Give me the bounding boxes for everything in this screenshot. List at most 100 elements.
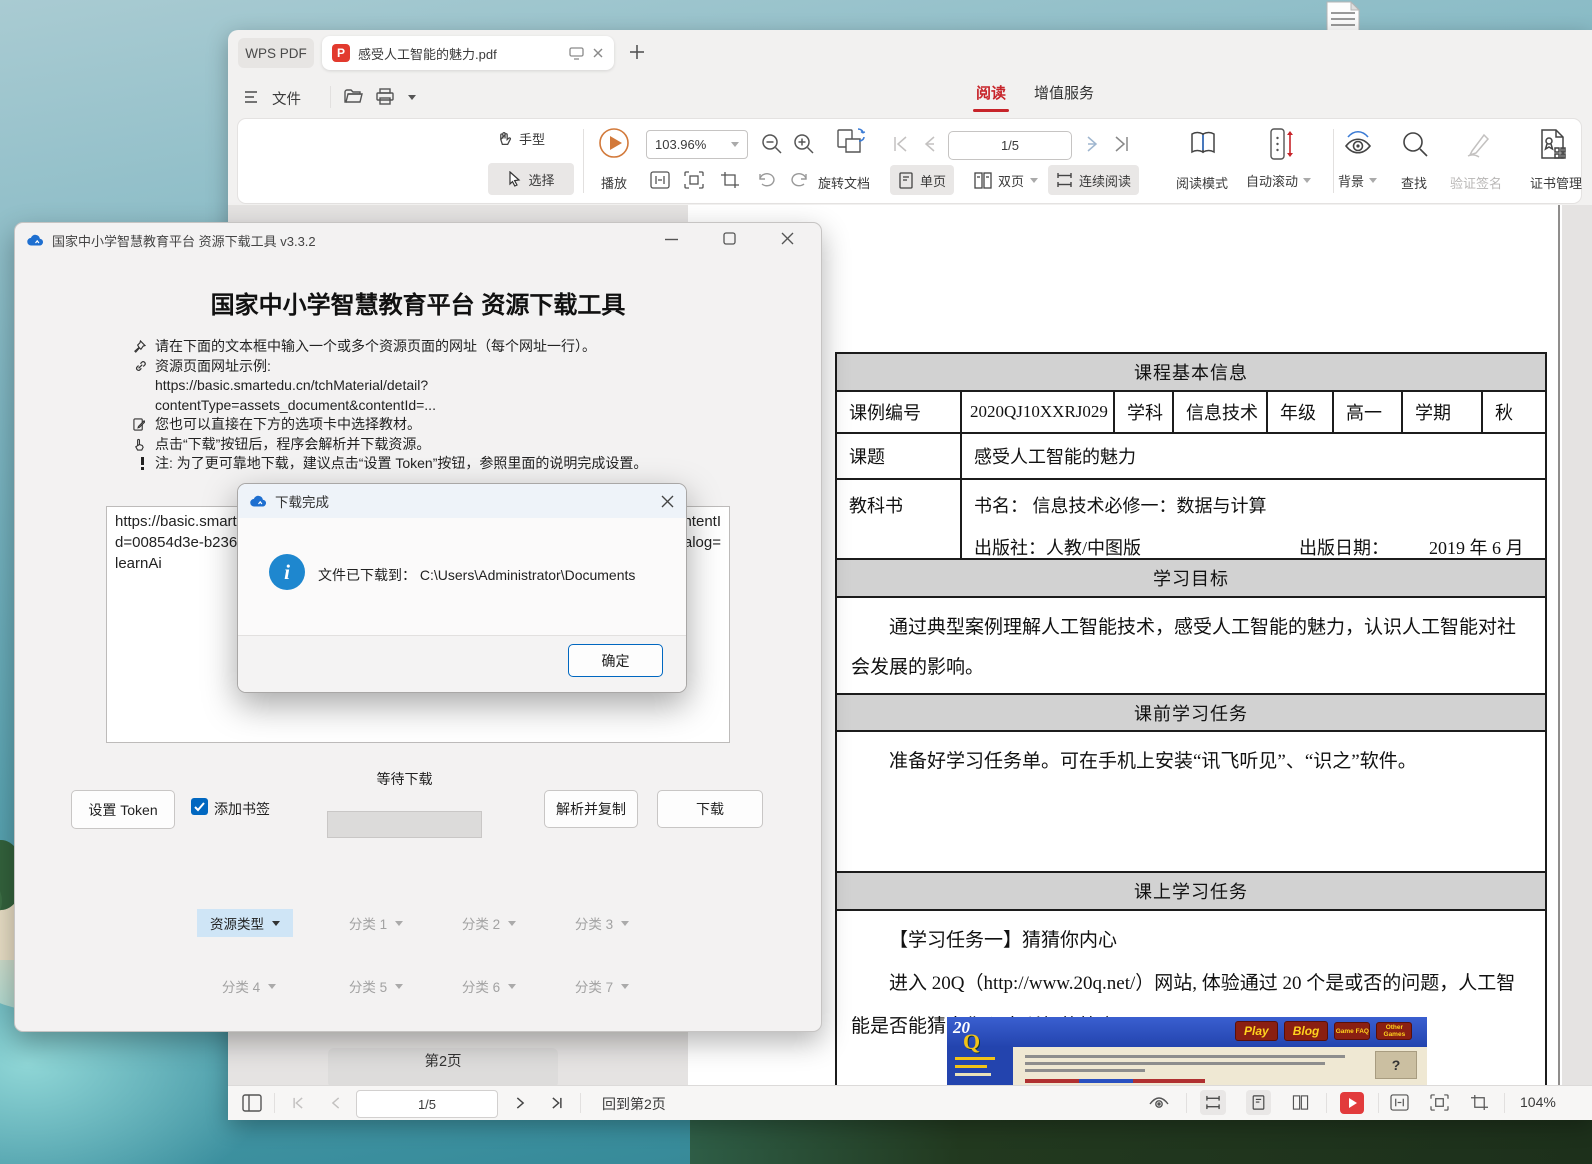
dialog-close-icon[interactable]	[661, 495, 674, 508]
status-next-page-icon[interactable]	[511, 1095, 528, 1111]
tool-minimize-icon[interactable]	[665, 238, 678, 241]
bookmark-checkbox-label[interactable]: 添加书签	[214, 799, 270, 819]
instruction-line-4: contentType=assets_document&contentId=..…	[133, 396, 647, 416]
tool-instructions: 请在下面的文本框中输入一个或多个资源页面的网址（每个网址一行）。 资源页面网址示…	[133, 337, 647, 474]
20q-nav-blog[interactable]: Blog	[1284, 1021, 1329, 1041]
filter-category-1[interactable]: 分类 1	[338, 909, 414, 937]
prev-page-icon[interactable]	[920, 133, 942, 155]
status-single-page-icon[interactable]	[1246, 1090, 1271, 1115]
20q-help-button[interactable]: ?	[1375, 1051, 1417, 1079]
instruction-line-5: 您也可以直接在下方的选项卡中选择教材。	[155, 415, 421, 435]
rotate-document-icon[interactable]	[834, 127, 868, 159]
status-fit-page-icon[interactable]	[1430, 1094, 1449, 1111]
tab-close-icon[interactable]	[592, 47, 604, 59]
auto-scroll-button[interactable]: 自动滚动	[1246, 171, 1311, 190]
download-button[interactable]: 下载	[657, 790, 763, 828]
open-folder-icon[interactable]	[344, 88, 363, 105]
ok-button[interactable]: 确定	[568, 644, 663, 677]
status-double-page-icon[interactable]	[1292, 1095, 1309, 1110]
main-menu-icon[interactable]	[244, 90, 260, 104]
zoom-out-icon[interactable]	[760, 132, 784, 156]
new-tab-button[interactable]	[628, 43, 646, 61]
bookmark-checkbox[interactable]	[191, 798, 208, 815]
status-zoom-value[interactable]: 104%	[1520, 1094, 1556, 1110]
background-icon[interactable]	[1342, 129, 1374, 159]
filter-category-6[interactable]: 分类 6	[451, 972, 527, 1000]
cell-grade: 高一	[1333, 391, 1402, 433]
page-indicator-box[interactable]: 1/5	[948, 131, 1072, 160]
cell-term-key: 学期	[1402, 391, 1482, 433]
status-page-box[interactable]: 1/5	[356, 1090, 498, 1118]
pin-icon	[133, 340, 151, 353]
20q-help-label: ?	[1392, 1057, 1401, 1073]
status-crop-icon[interactable]	[1470, 1094, 1489, 1111]
tab-vas[interactable]: 增值服务	[1034, 82, 1094, 103]
filter-resource-type-label: 资源类型	[210, 913, 264, 933]
background-button[interactable]: 背景	[1338, 171, 1377, 190]
status-last-page-icon[interactable]	[548, 1095, 565, 1111]
status-first-page-icon[interactable]	[290, 1095, 307, 1111]
20q-nav-othergames[interactable]: Other Games	[1376, 1022, 1412, 1040]
cert-management-icon[interactable]	[1538, 128, 1568, 160]
hand-tool[interactable]: 手型	[496, 129, 545, 148]
tool-maximize-icon[interactable]	[723, 232, 736, 245]
filter-resource-type[interactable]: 资源类型	[197, 909, 293, 937]
rotate-left-icon[interactable]	[756, 171, 776, 189]
back-to-page-link[interactable]: 回到第2页	[602, 1094, 666, 1114]
page-edge-line	[1558, 205, 1560, 1085]
filter-category-3[interactable]: 分类 3	[564, 909, 640, 937]
double-page-button[interactable]: 双页	[968, 165, 1044, 195]
parse-copy-button[interactable]: 解析并复制	[544, 790, 638, 828]
filter-category-4[interactable]: 分类 4	[211, 972, 287, 1000]
filter-category-2[interactable]: 分类 2	[451, 909, 527, 937]
document-tab[interactable]: P 感受人工智能的魅力.pdf	[322, 36, 614, 70]
20q-nav-gamefaq[interactable]: Game FAQ	[1334, 1022, 1370, 1040]
tool-close-icon[interactable]	[781, 232, 794, 245]
download-label: 下载	[696, 799, 724, 819]
status-prev-page-icon[interactable]	[328, 1095, 345, 1111]
print-options-caret-icon[interactable]	[408, 95, 416, 100]
parse-copy-label: 解析并复制	[556, 799, 626, 819]
set-token-button[interactable]: 设置 Token	[71, 790, 175, 829]
auto-scroll-icon[interactable]	[1268, 127, 1294, 161]
tab-preview-icon[interactable]	[569, 47, 584, 60]
read-mode-icon[interactable]	[1188, 128, 1218, 158]
tab-read[interactable]: 阅读	[966, 82, 1016, 112]
crop-page-icon[interactable]	[720, 171, 740, 189]
20q-logo-q: Q	[963, 1029, 980, 1055]
single-page-button[interactable]: 单页	[890, 165, 954, 195]
wps-app-button[interactable]: WPS PDF	[238, 38, 314, 68]
play-button[interactable]	[598, 127, 630, 159]
status-fit-width-icon[interactable]	[1390, 1094, 1409, 1111]
textbook-name: 书名： 信息技术必修一：数据与计算	[974, 492, 1545, 518]
continuous-label: 连续阅读	[1079, 171, 1131, 190]
next-page-icon[interactable]	[1080, 133, 1102, 155]
fit-page-icon[interactable]	[684, 171, 704, 189]
menu-file[interactable]: 文件	[272, 88, 301, 109]
info-icon: i	[269, 554, 305, 590]
fit-width-icon[interactable]	[650, 171, 670, 189]
status-eye-icon[interactable]	[1148, 1095, 1170, 1111]
first-page-icon[interactable]	[890, 133, 912, 155]
status-continuous-icon[interactable]	[1200, 1090, 1226, 1115]
continuous-read-button[interactable]: 连续阅读	[1048, 165, 1139, 195]
rotate-document-label: 旋转文档	[818, 173, 870, 192]
ok-button-label: 确定	[602, 651, 630, 671]
filter-category-5[interactable]: 分类 5	[338, 972, 414, 1000]
print-icon[interactable]	[376, 88, 394, 105]
rotate-right-icon[interactable]	[790, 171, 810, 189]
read-mode-label: 阅读模式	[1176, 173, 1228, 192]
find-label: 查找	[1401, 173, 1427, 192]
zoom-combobox[interactable]: 103.96%	[646, 130, 748, 159]
page2-floating-button[interactable]: 第2页	[328, 1048, 558, 1085]
status-page-indicator: 1/5	[418, 1097, 436, 1112]
20q-nav-play[interactable]: Play	[1235, 1021, 1278, 1041]
sidebar-toggle-icon[interactable]	[242, 1094, 262, 1112]
status-play-button[interactable]	[1340, 1092, 1364, 1114]
verify-signature-icon[interactable]	[1464, 129, 1494, 159]
find-icon[interactable]	[1400, 129, 1430, 159]
filter-category-7[interactable]: 分类 7	[564, 972, 640, 1000]
last-page-icon[interactable]	[1110, 133, 1132, 155]
select-tool[interactable]: 选择	[488, 163, 574, 195]
zoom-in-icon[interactable]	[792, 132, 816, 156]
